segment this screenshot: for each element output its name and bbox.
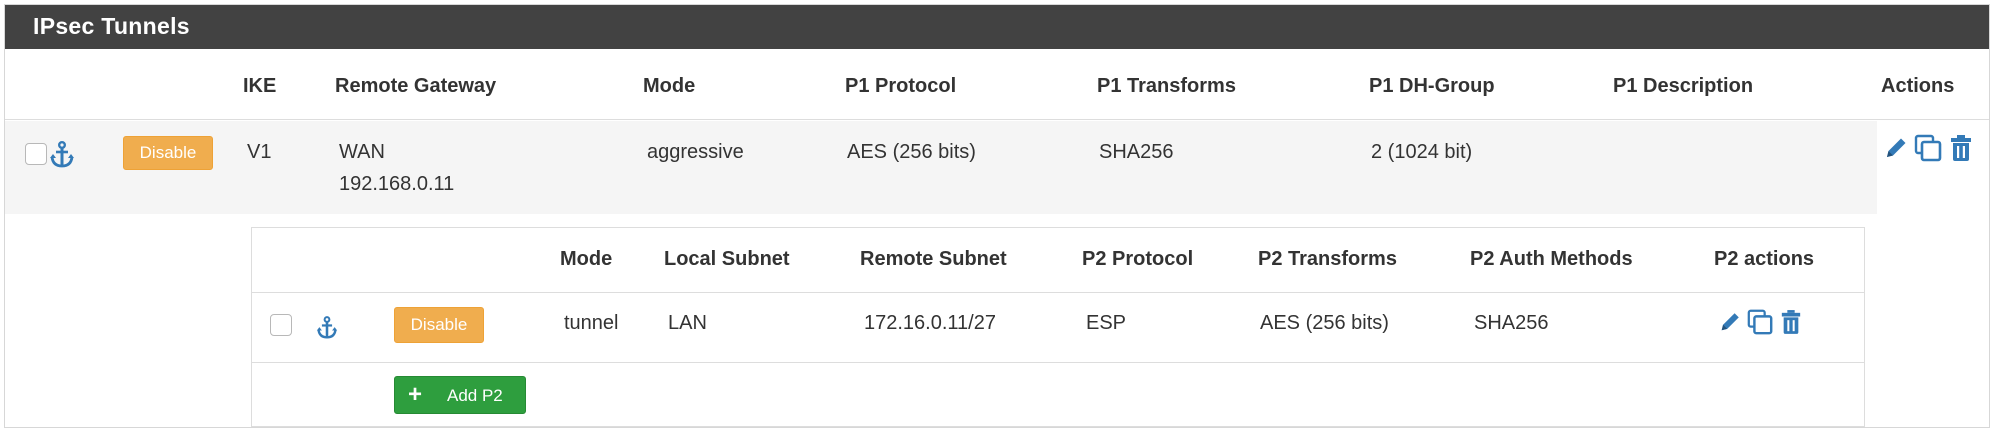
divider bbox=[252, 292, 1864, 293]
p2-header-p2-transforms: P2 Transforms bbox=[1258, 248, 1397, 270]
p1-ike-value: V1 bbox=[247, 141, 272, 163]
divider bbox=[252, 362, 1864, 363]
p1-header-p1-description: P1 Description bbox=[1613, 75, 1754, 97]
p1-header-p1-dh-group: P1 DH-Group bbox=[1369, 75, 1495, 97]
anchor-icon[interactable] bbox=[49, 141, 75, 169]
p2-auth-methods-value: SHA256 bbox=[1474, 312, 1549, 334]
p2-select-checkbox[interactable] bbox=[270, 314, 292, 336]
p2-header-local-subnet: Local Subnet bbox=[664, 248, 790, 270]
ipsec-tunnels-panel: IPsec Tunnels IKE Remote Gateway Mode P1… bbox=[4, 4, 1990, 428]
p2-header-p2-protocol: P2 Protocol bbox=[1082, 248, 1194, 270]
p2-header-mode: Mode bbox=[560, 248, 613, 270]
divider bbox=[5, 119, 1989, 120]
add-p2-label: Add P2 bbox=[447, 386, 503, 405]
p1-header-p1-protocol: P1 Protocol bbox=[845, 75, 957, 97]
p1-header-mode: Mode bbox=[643, 75, 696, 97]
p1-protocol-value: AES (256 bits) bbox=[847, 141, 976, 163]
p1-disable-button[interactable]: Disable bbox=[123, 136, 213, 170]
p1-row: Disable V1 WAN 192.168.0.11 aggressive A… bbox=[5, 121, 1877, 214]
p2-header-p2-auth-methods: P2 Auth Methods bbox=[1470, 248, 1633, 270]
add-p2-button[interactable]: + Add P2 bbox=[394, 376, 526, 414]
copy-icon[interactable] bbox=[1746, 308, 1774, 336]
p2-mode-value: tunnel bbox=[564, 312, 619, 334]
p2-transforms-value: AES (256 bits) bbox=[1260, 312, 1389, 334]
p2-local-subnet-value: LAN bbox=[668, 312, 707, 334]
p2-remote-subnet-value: 172.16.0.11/27 bbox=[864, 312, 996, 334]
p1-header-p1-transforms: P1 Transforms bbox=[1097, 75, 1236, 97]
p1-transforms-value: SHA256 bbox=[1099, 141, 1174, 163]
panel-heading: IPsec Tunnels bbox=[5, 5, 1989, 49]
panel-title: IPsec Tunnels bbox=[33, 13, 190, 39]
p1-header-actions: Actions bbox=[1881, 75, 1955, 97]
p1-mode-value: aggressive bbox=[647, 141, 744, 163]
p1-gateway-ip: 192.168.0.11 bbox=[339, 173, 455, 195]
plus-icon: + bbox=[408, 381, 423, 408]
trash-icon[interactable] bbox=[1949, 133, 1973, 163]
p2-protocol-value: ESP bbox=[1086, 312, 1127, 334]
pencil-icon[interactable] bbox=[1883, 135, 1909, 161]
p2-disable-button[interactable]: Disable bbox=[394, 307, 484, 343]
p1-select-checkbox[interactable] bbox=[25, 143, 47, 165]
pencil-icon[interactable] bbox=[1718, 310, 1742, 334]
p2-header-remote-subnet: Remote Subnet bbox=[860, 248, 1007, 270]
trash-icon[interactable] bbox=[1780, 308, 1802, 336]
p2-header-p2-actions: P2 actions bbox=[1714, 248, 1815, 270]
p1-dh-group-value: 2 (1024 bit) bbox=[1371, 141, 1473, 163]
copy-icon[interactable] bbox=[1913, 133, 1943, 163]
p1-gateway-interface: WAN bbox=[339, 141, 385, 163]
p2-panel: Mode Local Subnet Remote Subnet P2 Proto… bbox=[251, 227, 1865, 427]
p1-header-ike: IKE bbox=[243, 75, 277, 97]
anchor-icon[interactable] bbox=[316, 316, 338, 340]
p1-header-remote-gateway: Remote Gateway bbox=[335, 75, 497, 97]
